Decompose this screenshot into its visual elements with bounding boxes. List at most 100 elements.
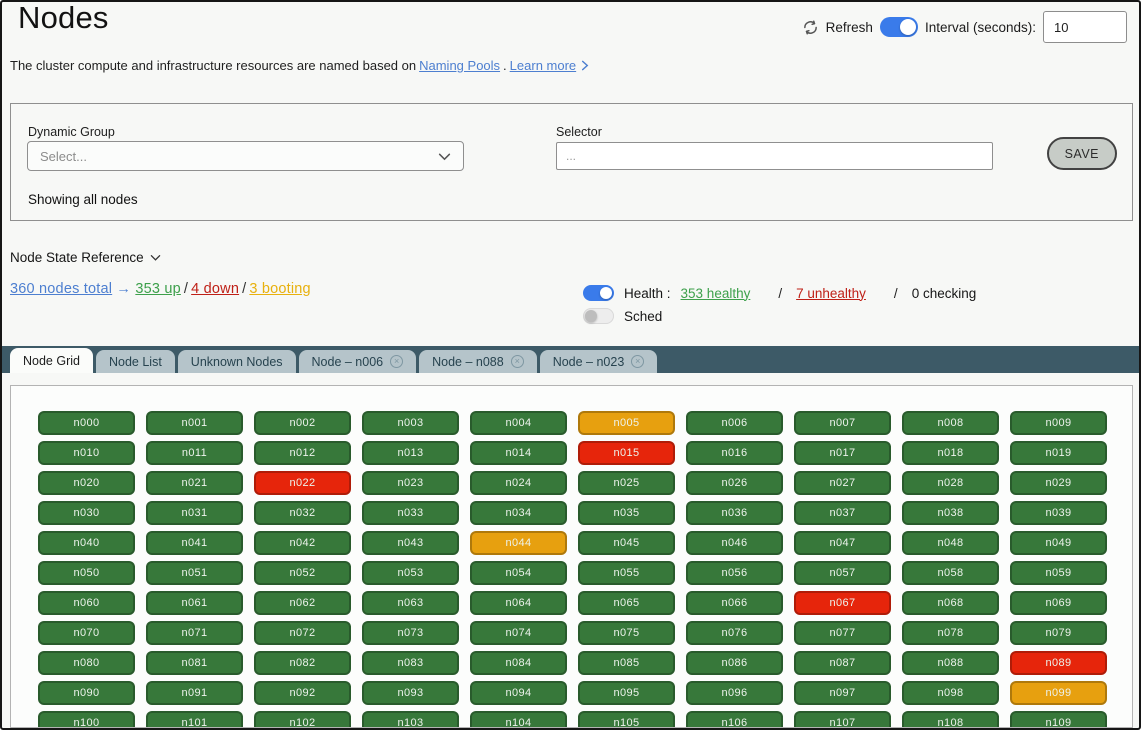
node-n061[interactable]: n061 xyxy=(146,591,243,615)
node-n027[interactable]: n027 xyxy=(794,471,891,495)
node-n073[interactable]: n073 xyxy=(362,621,459,645)
node-n035[interactable]: n035 xyxy=(578,501,675,525)
node-n098[interactable]: n098 xyxy=(902,681,999,705)
node-n016[interactable]: n016 xyxy=(686,441,783,465)
node-n100[interactable]: n100 xyxy=(38,711,135,728)
node-n021[interactable]: n021 xyxy=(146,471,243,495)
node-n081[interactable]: n081 xyxy=(146,651,243,675)
node-n078[interactable]: n078 xyxy=(902,621,999,645)
nodes-down-link[interactable]: 4 down xyxy=(191,281,239,297)
node-n067[interactable]: n067 xyxy=(794,591,891,615)
node-n103[interactable]: n103 xyxy=(362,711,459,728)
node-n048[interactable]: n048 xyxy=(902,531,999,555)
node-n105[interactable]: n105 xyxy=(578,711,675,728)
nodes-total-link[interactable]: 360 nodes total xyxy=(10,281,112,297)
node-n008[interactable]: n008 xyxy=(902,411,999,435)
tab-close-icon[interactable]: × xyxy=(631,355,644,368)
node-n013[interactable]: n013 xyxy=(362,441,459,465)
nodes-booting-link[interactable]: 3 booting xyxy=(249,281,310,297)
node-n004[interactable]: n004 xyxy=(470,411,567,435)
node-n065[interactable]: n065 xyxy=(578,591,675,615)
node-n050[interactable]: n050 xyxy=(38,561,135,585)
node-n045[interactable]: n045 xyxy=(578,531,675,555)
node-n102[interactable]: n102 xyxy=(254,711,351,728)
node-n069[interactable]: n069 xyxy=(1010,591,1107,615)
node-n088[interactable]: n088 xyxy=(902,651,999,675)
node-n030[interactable]: n030 xyxy=(38,501,135,525)
node-n023[interactable]: n023 xyxy=(362,471,459,495)
tab-node-list[interactable]: Node List xyxy=(96,350,175,373)
node-n093[interactable]: n093 xyxy=(362,681,459,705)
healthy-link[interactable]: 353 healthy xyxy=(681,286,751,301)
node-n006[interactable]: n006 xyxy=(686,411,783,435)
node-n094[interactable]: n094 xyxy=(470,681,567,705)
node-n095[interactable]: n095 xyxy=(578,681,675,705)
node-n034[interactable]: n034 xyxy=(470,501,567,525)
node-n007[interactable]: n007 xyxy=(794,411,891,435)
node-n020[interactable]: n020 xyxy=(38,471,135,495)
interval-input[interactable] xyxy=(1043,11,1127,43)
node-n059[interactable]: n059 xyxy=(1010,561,1107,585)
node-n003[interactable]: n003 xyxy=(362,411,459,435)
node-n054[interactable]: n054 xyxy=(470,561,567,585)
node-n001[interactable]: n001 xyxy=(146,411,243,435)
node-n056[interactable]: n056 xyxy=(686,561,783,585)
node-n099[interactable]: n099 xyxy=(1010,681,1107,705)
node-n052[interactable]: n052 xyxy=(254,561,351,585)
node-n028[interactable]: n028 xyxy=(902,471,999,495)
node-n014[interactable]: n014 xyxy=(470,441,567,465)
node-n039[interactable]: n039 xyxy=(1010,501,1107,525)
node-n077[interactable]: n077 xyxy=(794,621,891,645)
dynamic-group-select[interactable]: Select... xyxy=(27,141,464,171)
node-n053[interactable]: n053 xyxy=(362,561,459,585)
node-n104[interactable]: n104 xyxy=(470,711,567,728)
node-n049[interactable]: n049 xyxy=(1010,531,1107,555)
node-n070[interactable]: n070 xyxy=(38,621,135,645)
node-n032[interactable]: n032 xyxy=(254,501,351,525)
node-n037[interactable]: n037 xyxy=(794,501,891,525)
node-n089[interactable]: n089 xyxy=(1010,651,1107,675)
node-n024[interactable]: n024 xyxy=(470,471,567,495)
node-n051[interactable]: n051 xyxy=(146,561,243,585)
node-n101[interactable]: n101 xyxy=(146,711,243,728)
node-n010[interactable]: n010 xyxy=(38,441,135,465)
node-n082[interactable]: n082 xyxy=(254,651,351,675)
tab-close-icon[interactable]: × xyxy=(511,355,524,368)
node-n079[interactable]: n079 xyxy=(1010,621,1107,645)
node-n057[interactable]: n057 xyxy=(794,561,891,585)
unhealthy-link[interactable]: 7 unhealthy xyxy=(796,286,866,301)
node-n015[interactable]: n015 xyxy=(578,441,675,465)
node-n025[interactable]: n025 xyxy=(578,471,675,495)
node-n055[interactable]: n055 xyxy=(578,561,675,585)
node-n018[interactable]: n018 xyxy=(902,441,999,465)
health-toggle[interactable] xyxy=(583,285,614,301)
tab-node-n088[interactable]: Node – n088× xyxy=(419,350,537,373)
node-n085[interactable]: n085 xyxy=(578,651,675,675)
node-n097[interactable]: n097 xyxy=(794,681,891,705)
node-n000[interactable]: n000 xyxy=(38,411,135,435)
node-n076[interactable]: n076 xyxy=(686,621,783,645)
node-n005[interactable]: n005 xyxy=(578,411,675,435)
node-n080[interactable]: n080 xyxy=(38,651,135,675)
learn-more-link[interactable]: Learn more xyxy=(510,58,576,73)
node-n086[interactable]: n086 xyxy=(686,651,783,675)
refresh-toggle[interactable] xyxy=(880,17,918,37)
node-n029[interactable]: n029 xyxy=(1010,471,1107,495)
node-n046[interactable]: n046 xyxy=(686,531,783,555)
node-n047[interactable]: n047 xyxy=(794,531,891,555)
node-n060[interactable]: n060 xyxy=(38,591,135,615)
node-n084[interactable]: n084 xyxy=(470,651,567,675)
node-n068[interactable]: n068 xyxy=(902,591,999,615)
node-n064[interactable]: n064 xyxy=(470,591,567,615)
node-n009[interactable]: n009 xyxy=(1010,411,1107,435)
node-n109[interactable]: n109 xyxy=(1010,711,1107,728)
node-n072[interactable]: n072 xyxy=(254,621,351,645)
node-n083[interactable]: n083 xyxy=(362,651,459,675)
nodes-up-link[interactable]: 353 up xyxy=(135,281,181,297)
node-n026[interactable]: n026 xyxy=(686,471,783,495)
sched-toggle[interactable] xyxy=(583,308,614,324)
node-n040[interactable]: n040 xyxy=(38,531,135,555)
node-n087[interactable]: n087 xyxy=(794,651,891,675)
node-n062[interactable]: n062 xyxy=(254,591,351,615)
node-n058[interactable]: n058 xyxy=(902,561,999,585)
